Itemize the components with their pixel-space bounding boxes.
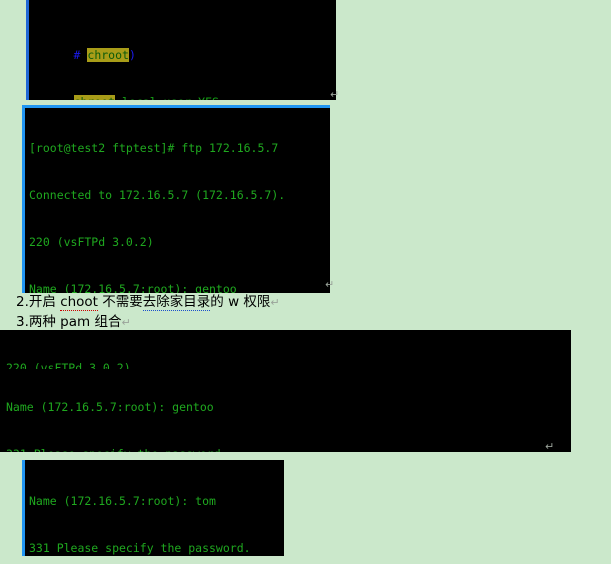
- document-page: # chroot) chroot_local_user=YES chroot_l…: [0, 0, 611, 564]
- note-misspelled-word: choot: [60, 294, 98, 311]
- config-highlight-chroot: chroot: [87, 47, 129, 62]
- terminal-line: 331 Please specify the password.: [29, 540, 251, 555]
- terminal-line: Name (172.16.5.7:root): gentoo: [29, 281, 237, 293]
- note-text: 两种 pam 组合: [28, 313, 122, 330]
- note-prefix: 2.: [16, 294, 29, 310]
- terminal-line: Name (172.16.5.7:root): tom: [29, 494, 216, 509]
- terminal-clipped-line-wrapper: 220 (vsFTPd 3.0.2): [6, 361, 571, 369]
- note-underlined-phrase: 去除家目录: [142, 294, 211, 311]
- return-mark-icon: ↵: [121, 315, 131, 329]
- config-comment-tail: ): [128, 47, 136, 62]
- note-item-2: 2.开启 choot 不需要去除家目录的 w 权限↵: [16, 293, 436, 313]
- notes-block: 2.开启 choot 不需要去除家目录的 w 权限↵ 3.两种 pam 组合↵: [16, 293, 436, 332]
- return-mark-icon: ↵: [330, 88, 340, 101]
- ftp-session-1-terminal[interactable]: [root@test2 ftptest]# ftp 172.16.5.7 Con…: [22, 105, 330, 293]
- note-text-c: 的 w 权限: [210, 294, 271, 310]
- config-line: # chroot): [32, 32, 336, 62]
- terminal-line: 331 Please specify the password.: [6, 447, 571, 452]
- config-comment-hash: #: [73, 47, 88, 62]
- return-mark-icon: ↵: [545, 440, 555, 453]
- terminal-line: Connected to 172.16.5.7 (172.16.5.7).: [29, 187, 286, 202]
- note-prefix: 3.: [16, 313, 29, 330]
- ftp-session-3-terminal[interactable]: Name (172.16.5.7:root): tom 331 Please s…: [22, 460, 284, 556]
- config-snippet-terminal: # chroot) chroot_local_user=YES chroot_l…: [26, 0, 336, 100]
- config-highlight-chroot: chroot: [73, 94, 116, 100]
- terminal-line: 220 (vsFTPd 3.0.2): [29, 234, 154, 249]
- terminal-line: [root@test2 ftptest]# ftp 172.16.5.7: [29, 141, 279, 156]
- ftp-session-2-terminal[interactable]: 220 (vsFTPd 3.0.2) Name (172.16.5.7:root…: [0, 330, 571, 452]
- config-text: _local_user=YES: [115, 95, 219, 100]
- note-text-b: 不需要: [97, 294, 143, 310]
- terminal-line-clipped: 220 (vsFTPd 3.0.2): [6, 361, 131, 370]
- note-text-a: 开启: [28, 294, 61, 310]
- return-mark-icon: ↵: [270, 296, 280, 309]
- terminal-line: Name (172.16.5.7:root): gentoo: [6, 400, 214, 415]
- config-line: chroot_local_user=YES: [32, 79, 336, 100]
- return-mark-icon: ↵: [325, 278, 335, 291]
